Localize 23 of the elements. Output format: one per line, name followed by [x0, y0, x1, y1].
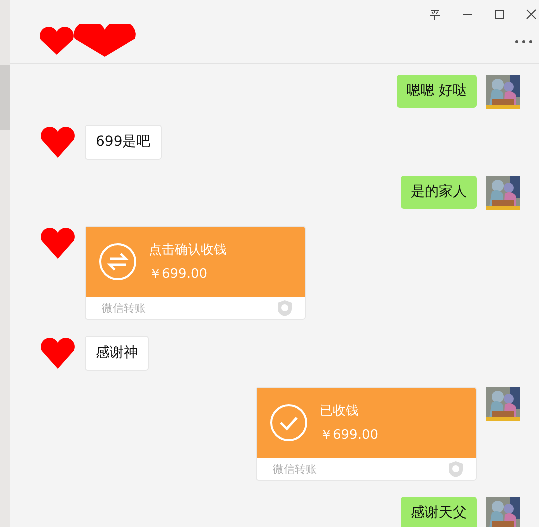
- transfer-amount: ￥699.00: [149, 266, 208, 283]
- message-bubble: 嗯嗯 好哒: [396, 75, 477, 108]
- heart-icon: [40, 336, 76, 370]
- message-bubble: 699是吧: [85, 125, 162, 160]
- more-icon[interactable]: [515, 40, 533, 44]
- message-bubble: 是的家人: [401, 176, 477, 209]
- transfer-card[interactable]: 点击确认收钱 ￥699.00 微信转账: [85, 226, 306, 320]
- transfer-title: 已收钱: [320, 403, 360, 420]
- transfer-label: 微信转账: [102, 300, 146, 316]
- close-icon[interactable]: [526, 9, 537, 20]
- maximize-icon[interactable]: [494, 9, 505, 20]
- message-bubble: 感谢神: [85, 336, 149, 371]
- heart-icon: [40, 125, 76, 159]
- scrollbar-thumb[interactable]: [0, 65, 10, 130]
- transfer-amount: ￥699.00: [320, 427, 378, 444]
- transfer-label: 微信转账: [273, 462, 317, 476]
- message-bubble: 感谢天父: [401, 497, 477, 527]
- transfer-title: 点击确认收钱: [149, 242, 227, 259]
- transfer-card[interactable]: 已收钱 ￥699.00 微信转账: [256, 387, 477, 481]
- heart-icon: [40, 226, 76, 260]
- pin-icon[interactable]: [429, 9, 441, 21]
- shield-icon: [448, 460, 464, 478]
- shield-icon: [277, 300, 293, 316]
